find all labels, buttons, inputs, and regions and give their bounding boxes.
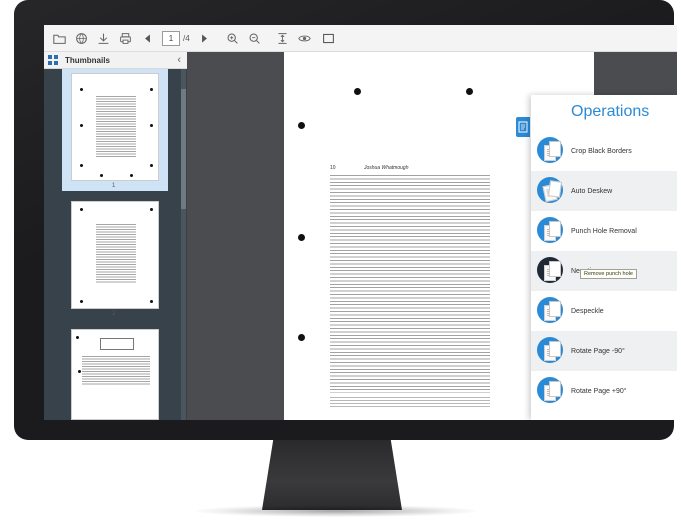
operation-despeckle[interactable]: Despeckle <box>531 291 677 331</box>
current-page-input[interactable]: 1 <box>162 30 180 46</box>
thumbnail-image <box>71 73 159 181</box>
viewer-background <box>187 52 284 420</box>
operation-rotate-minus-90[interactable]: Rotate Page -90° <box>531 331 677 371</box>
sidebar-header: Thumbnails ‹ <box>44 52 187 69</box>
globe-icon[interactable] <box>74 31 88 45</box>
sidebar-scrollbar[interactable] <box>181 69 186 420</box>
monitor-bezel: 1 /4 Thumbnails ‹ 1 2 10 Joshua Whatmoug… <box>14 0 677 440</box>
operation-crop-black-borders[interactable]: Crop Black Borders <box>531 131 677 171</box>
thumbnails-grid-icon <box>48 55 58 65</box>
document-running-header: Joshua Whatmough <box>364 165 409 171</box>
thumbnails-sidebar: Thumbnails ‹ 1 2 <box>44 52 187 420</box>
next-page-icon[interactable] <box>198 31 212 45</box>
monitor-stand <box>262 440 402 510</box>
monitor-stand-shadow <box>196 505 476 517</box>
thumbnail-page-2[interactable]: 2 <box>62 199 168 319</box>
open-folder-icon[interactable] <box>52 31 66 45</box>
thumbnail-page-number: 1 <box>112 183 116 189</box>
download-icon[interactable] <box>96 31 110 45</box>
thumbnail-image <box>71 329 159 420</box>
thumbnail-page-1[interactable]: 1 <box>62 69 168 191</box>
punch-hole <box>298 234 305 241</box>
despeckle-icon <box>537 297 565 325</box>
document-body-text <box>330 175 490 393</box>
rotate-left-icon <box>537 337 565 365</box>
sidebar-title: Thumbnails <box>65 55 110 65</box>
thumbnail-image <box>71 201 159 309</box>
operation-label: Punch Hole Removal <box>571 227 637 235</box>
operations-toggle-tab[interactable] <box>516 117 530 137</box>
operation-label: Auto Deskew <box>571 187 613 195</box>
punch-hole <box>354 88 361 95</box>
punch-hole <box>298 334 305 341</box>
app-screen: 1 /4 Thumbnails ‹ 1 2 10 Joshua Whatmoug… <box>44 25 677 420</box>
thumbnail-page-number: 2 <box>112 311 116 317</box>
total-pages: /4 <box>183 33 190 43</box>
thumbnail-page-3[interactable] <box>62 327 168 420</box>
print-icon[interactable] <box>118 31 132 45</box>
operation-label: Crop Black Borders <box>571 147 632 155</box>
punch-hole-tooltip: Remove punch hole <box>580 269 637 279</box>
operation-label: Despeckle <box>571 307 604 315</box>
chevron-left-icon[interactable]: ‹ <box>177 54 181 66</box>
zoom-in-icon[interactable] <box>226 31 240 45</box>
previous-page-icon[interactable] <box>140 31 154 45</box>
operation-label: Rotate Page +90° <box>571 387 627 395</box>
operation-auto-deskew[interactable]: Auto Deskew <box>531 171 677 211</box>
rotate-right-icon <box>537 377 565 405</box>
punch-hole <box>298 122 305 129</box>
punch-hole-icon <box>537 217 565 245</box>
document-page-number: 10 <box>330 165 336 171</box>
negative-icon <box>537 257 565 285</box>
operation-rotate-plus-90[interactable]: Rotate Page +90° <box>531 371 677 411</box>
deskew-icon <box>537 177 565 205</box>
operations-title: Operations <box>571 103 650 120</box>
fullscreen-icon[interactable] <box>322 31 336 45</box>
fit-page-icon[interactable] <box>276 31 290 45</box>
toolbar: 1 /4 <box>44 25 677 52</box>
document-footnotes <box>330 397 490 409</box>
crop-borders-icon <box>537 137 565 165</box>
thumbnail-list: 1 2 <box>44 69 187 420</box>
view-icon[interactable] <box>298 31 312 45</box>
operations-panel: Operations Crop Black Borders Auto Deske… <box>531 95 677 420</box>
operation-label: Rotate Page -90° <box>571 347 625 355</box>
punch-hole <box>466 88 473 95</box>
zoom-out-icon[interactable] <box>248 31 262 45</box>
operation-punch-hole-removal[interactable]: Punch Hole Removal <box>531 211 677 251</box>
